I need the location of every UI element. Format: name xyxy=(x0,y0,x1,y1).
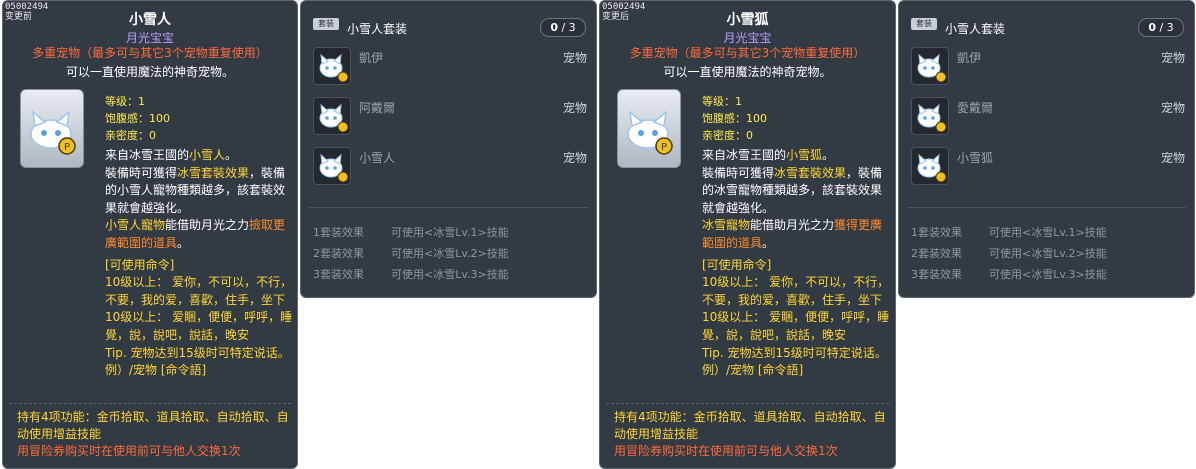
divider xyxy=(9,403,291,404)
set-item[interactable]: 凱伊 宠物 xyxy=(911,47,1191,87)
pet-portrait: P xyxy=(617,89,681,168)
stat-fullness: 饱腹感：100 xyxy=(702,112,767,125)
pet-icon xyxy=(313,147,351,185)
pet-icon xyxy=(313,97,351,135)
stat-level: 等级：1 xyxy=(702,95,742,108)
set-panel-after: 套装 小雪人套装 0 / 3 凱伊 宠物 愛戴爾 宠物 小雪狐 宠物 1套装效果… xyxy=(898,0,1195,298)
set-item[interactable]: 凱伊 宠物 xyxy=(313,47,593,87)
set-panel-before: 套装 小雪人套装 0 / 3 凱伊 宠物 阿戴爾 宠物 小雪人 宠物 1套装效果… xyxy=(300,0,597,298)
set-item[interactable]: 小雪狐 宠物 xyxy=(911,147,1191,187)
pet-icon xyxy=(313,47,351,85)
commands-line-1: 10级以上： 爱你，不可以，不行，不要，我的爱，喜歡，住手，坐下 xyxy=(105,275,293,307)
set-effect-row: 1套装效果 可使用<冰雪Lv.1>技能 xyxy=(911,226,1107,239)
item-description: 可以一直使用魔法的神奇宠物。 xyxy=(663,65,832,79)
divider xyxy=(606,403,889,404)
set-item[interactable]: 愛戴爾 宠物 xyxy=(911,97,1191,137)
pet-features: 持有4项功能：金币拾取、道具拾取、自动拾取、自动使用增益技能 用冒险券购买时在使… xyxy=(614,410,886,458)
pet-features: 持有4项功能：金币拾取、道具拾取、自动拾取、自动使用增益技能 用冒险券购买时在使… xyxy=(17,410,289,458)
multi-pet-note: 多重宠物（最多可与其它3个宠物重复使用） xyxy=(32,46,268,60)
set-name: 小雪人套装 xyxy=(945,22,1006,36)
set-item[interactable]: 小雪人 宠物 xyxy=(313,147,593,187)
item-code: 05002494 变更后 xyxy=(602,2,646,22)
set-effect-row: 2套装效果 可使用<冰雪Lv.2>技能 xyxy=(313,247,509,260)
commands-line-2: 10级以上： 爱睏，便便，呼呼，睡覺，說，說吧，說話，晚安 xyxy=(105,310,293,342)
set-effect-row: 3套装效果 可使用<冰雪Lv.3>技能 xyxy=(911,268,1107,281)
commands-example: 例）/宠物 [命令語] xyxy=(702,363,804,378)
commands-line-2: 10级以上： 爱睏，便便，呼呼，睡覺，說，說吧，說話，晚安 xyxy=(702,310,890,342)
stat-level: 等级：1 xyxy=(105,95,145,108)
divider xyxy=(309,207,588,208)
commands-tip: Tip. 宠物达到15级时可特定说话。 xyxy=(105,345,290,360)
pet-tooltip-after: 05002494 变更后 小雪狐 月光宝宝 多重宠物（最多可与其它3个宠物重复使用… xyxy=(599,0,896,469)
stat-fullness: 饱腹感：100 xyxy=(105,112,170,125)
pet-stats: 等级：1 饱腹感：100 亲密度：0 xyxy=(105,93,170,144)
set-badge-icon: 套装 xyxy=(313,18,339,30)
set-effects: 1套装效果 可使用<冰雪Lv.1>技能 2套装效果 可使用<冰雪Lv.2>技能 3套… xyxy=(911,222,1171,285)
pet-icon xyxy=(911,147,949,185)
set-name: 小雪人套装 xyxy=(347,22,408,36)
commands-tip: Tip. 宠物达到15级时可特定说话。 xyxy=(702,345,887,360)
pet-details: 来自冰雪王國的小雪人。 裝備時可獲得冰雪套裝效果，裝備的小雪人寵物種類越多，該套… xyxy=(105,147,295,380)
set-effects: 1套装效果 可使用<冰雪Lv.1>技能 2套装效果 可使用<冰雪Lv.2>技能 3套… xyxy=(313,222,573,285)
item-description: 可以一直使用魔法的神奇宠物。 xyxy=(65,65,234,79)
commands-example: 例）/宠物 [命令語] xyxy=(105,363,207,378)
svg-text:P: P xyxy=(661,142,667,153)
stat-closeness: 亲密度：0 xyxy=(105,129,156,142)
stat-closeness: 亲密度：0 xyxy=(702,129,753,142)
pet-stats: 等级：1 饱腹感：100 亲密度：0 xyxy=(702,93,767,144)
pet-icon xyxy=(911,47,949,85)
pet-details: 来自冰雪王國的小雪狐。 裝備時可獲得冰雪套裝效果，裝備的冰雪寵物種類越多，該套裝… xyxy=(702,147,892,380)
set-effect-row: 3套装效果 可使用<冰雪Lv.3>技能 xyxy=(313,268,509,281)
snow-fox-pet-icon: P xyxy=(627,110,673,155)
pet-portrait: P xyxy=(20,89,84,168)
multi-pet-note: 多重宠物（最多可与其它3个宠物重复使用） xyxy=(629,46,866,60)
commands-title: [可使用命令] xyxy=(105,257,175,272)
set-badge-icon: 套装 xyxy=(911,18,937,30)
set-count: 0 / 3 xyxy=(540,18,586,37)
svg-text:P: P xyxy=(64,142,70,153)
commands-title: [可使用命令] xyxy=(702,257,772,272)
item-code: 05002494 变更前 xyxy=(5,2,49,22)
set-item[interactable]: 阿戴爾 宠物 xyxy=(313,97,593,137)
set-effect-row: 2套装效果 可使用<冰雪Lv.2>技能 xyxy=(911,247,1107,260)
divider xyxy=(907,207,1186,208)
pet-tooltip-before: 05002494 变更前 小雪人 月光宝宝 多重宠物（最多可与其它3个宠物重复使用… xyxy=(2,0,298,469)
set-count: 0 / 3 xyxy=(1138,18,1184,37)
pet-icon xyxy=(911,97,949,135)
set-effect-row: 1套装效果 可使用<冰雪Lv.1>技能 xyxy=(313,226,509,239)
commands-line-1: 10级以上： 爱你，不可以，不行，不要，我的爱，喜歡，住手，坐下 xyxy=(702,275,890,307)
snow-fox-pet-icon: P xyxy=(30,110,76,155)
